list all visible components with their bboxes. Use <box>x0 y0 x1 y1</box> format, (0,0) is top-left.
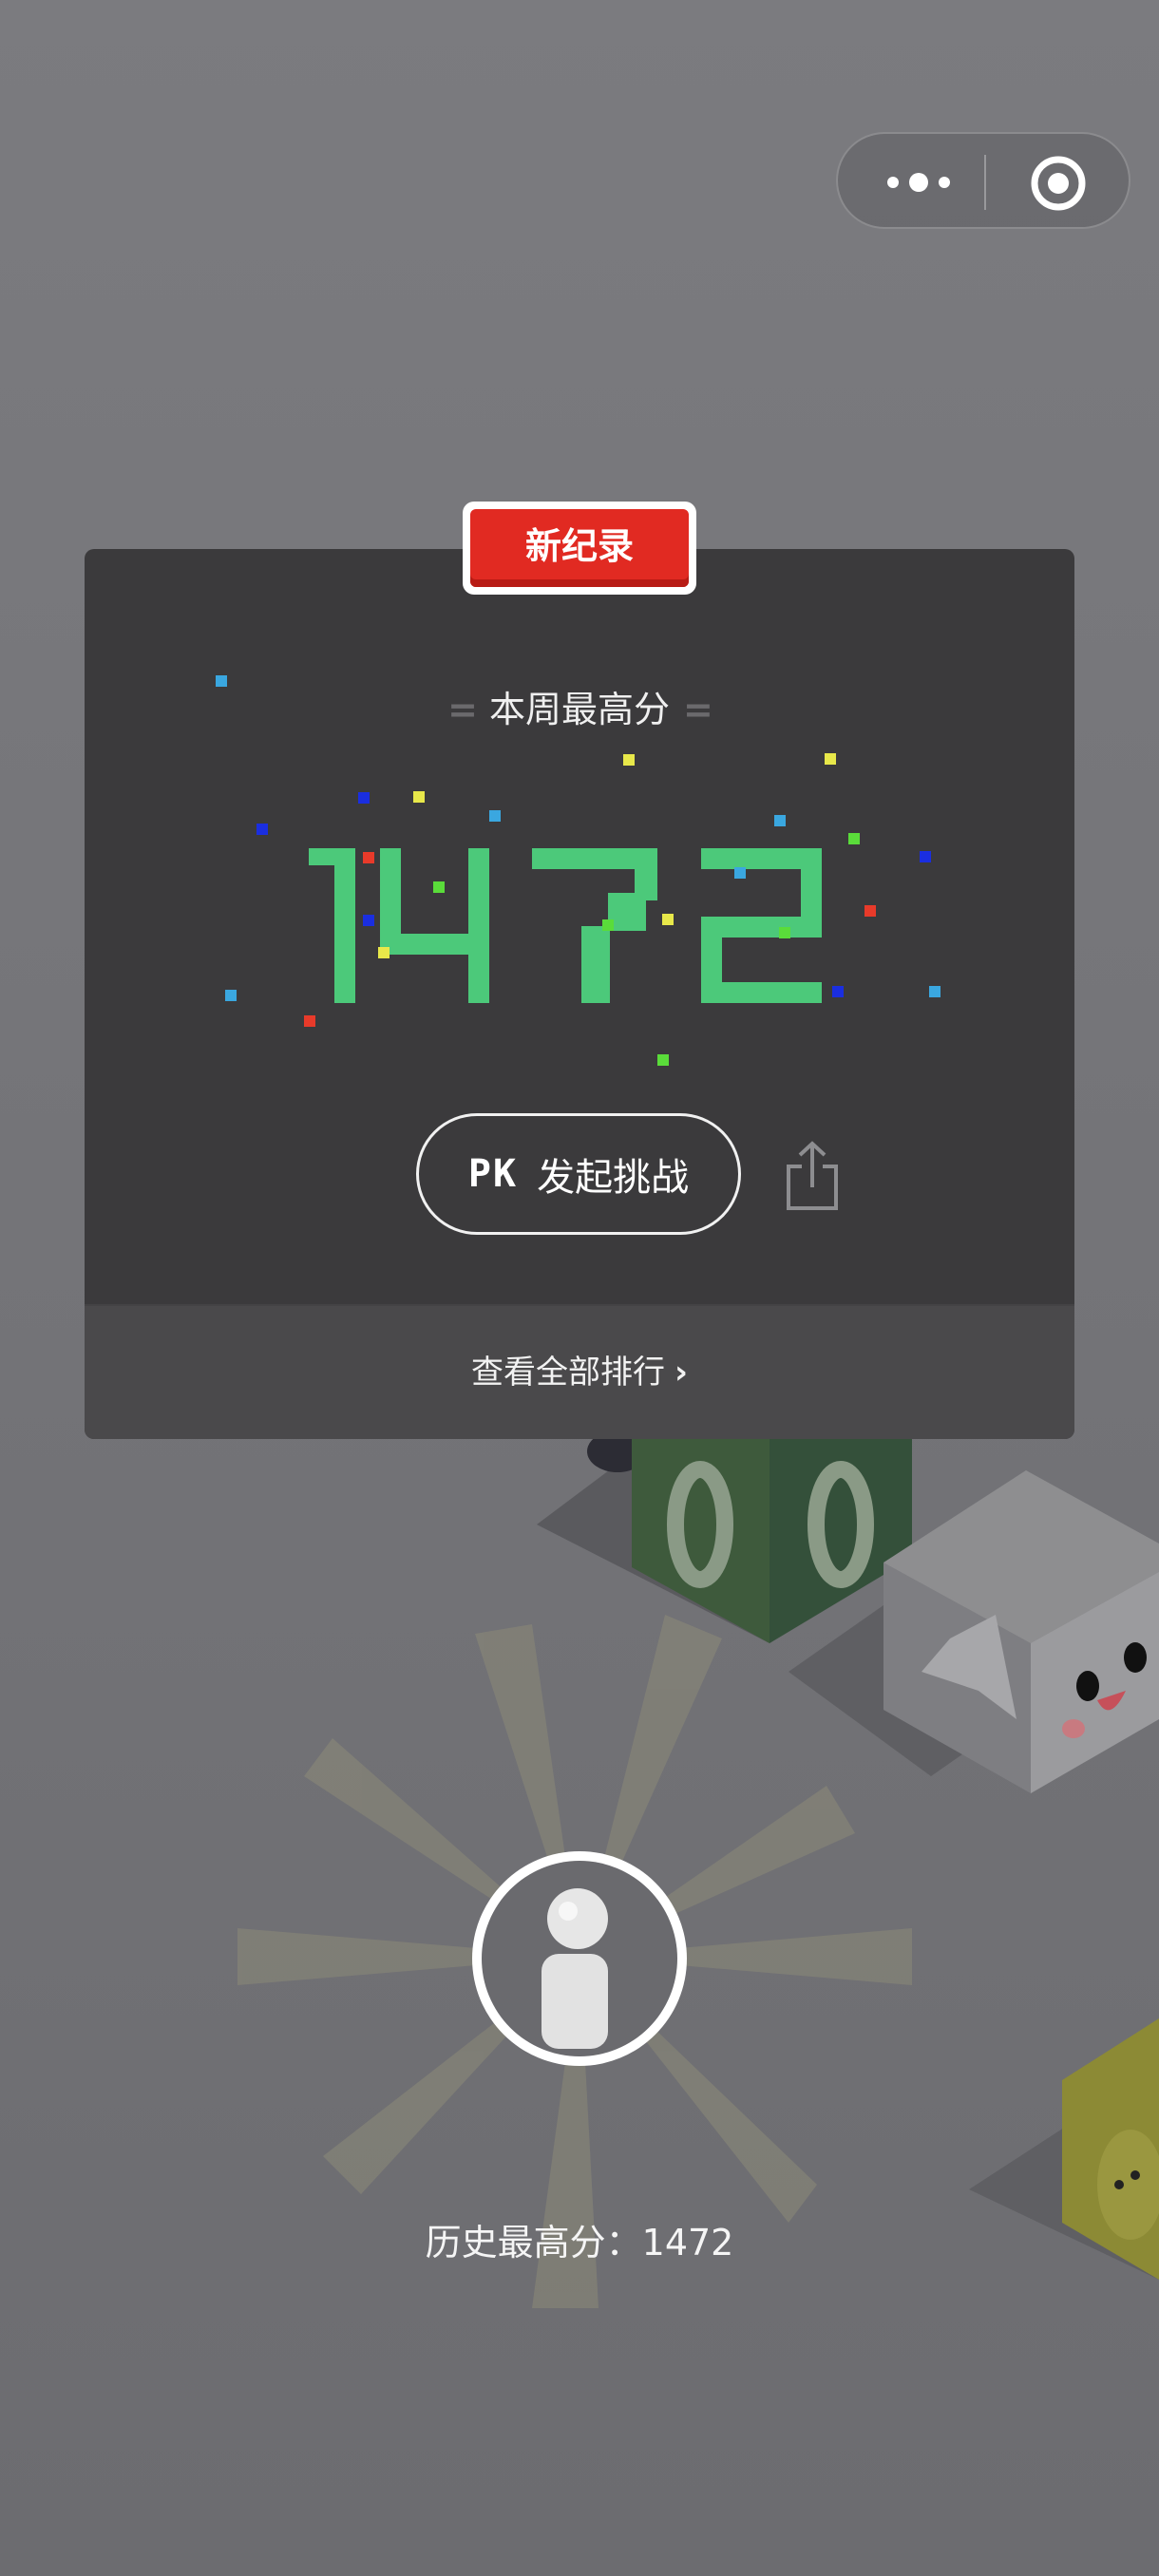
view-ranking-link[interactable]: 查看全部排行 › <box>85 1346 1074 1392</box>
start-challenge-button[interactable]: PK 发起挑战 <box>416 1113 741 1235</box>
start-challenge-label: 发起挑战 <box>537 1156 690 1200</box>
pk-icon: PK <box>467 1152 519 1196</box>
chevron-right-icon: › <box>674 1354 688 1392</box>
player-avatar <box>472 1851 687 2066</box>
share-icon[interactable] <box>781 1138 844 1214</box>
history-best-score: 历史最高分：1472 <box>425 2222 734 2263</box>
score-display: 1472 <box>216 675 940 1066</box>
view-ranking-label: 查看全部排行 <box>470 1354 665 1392</box>
confetti <box>216 675 940 1066</box>
card-footer: 查看全部排行 › <box>85 1304 1074 1439</box>
